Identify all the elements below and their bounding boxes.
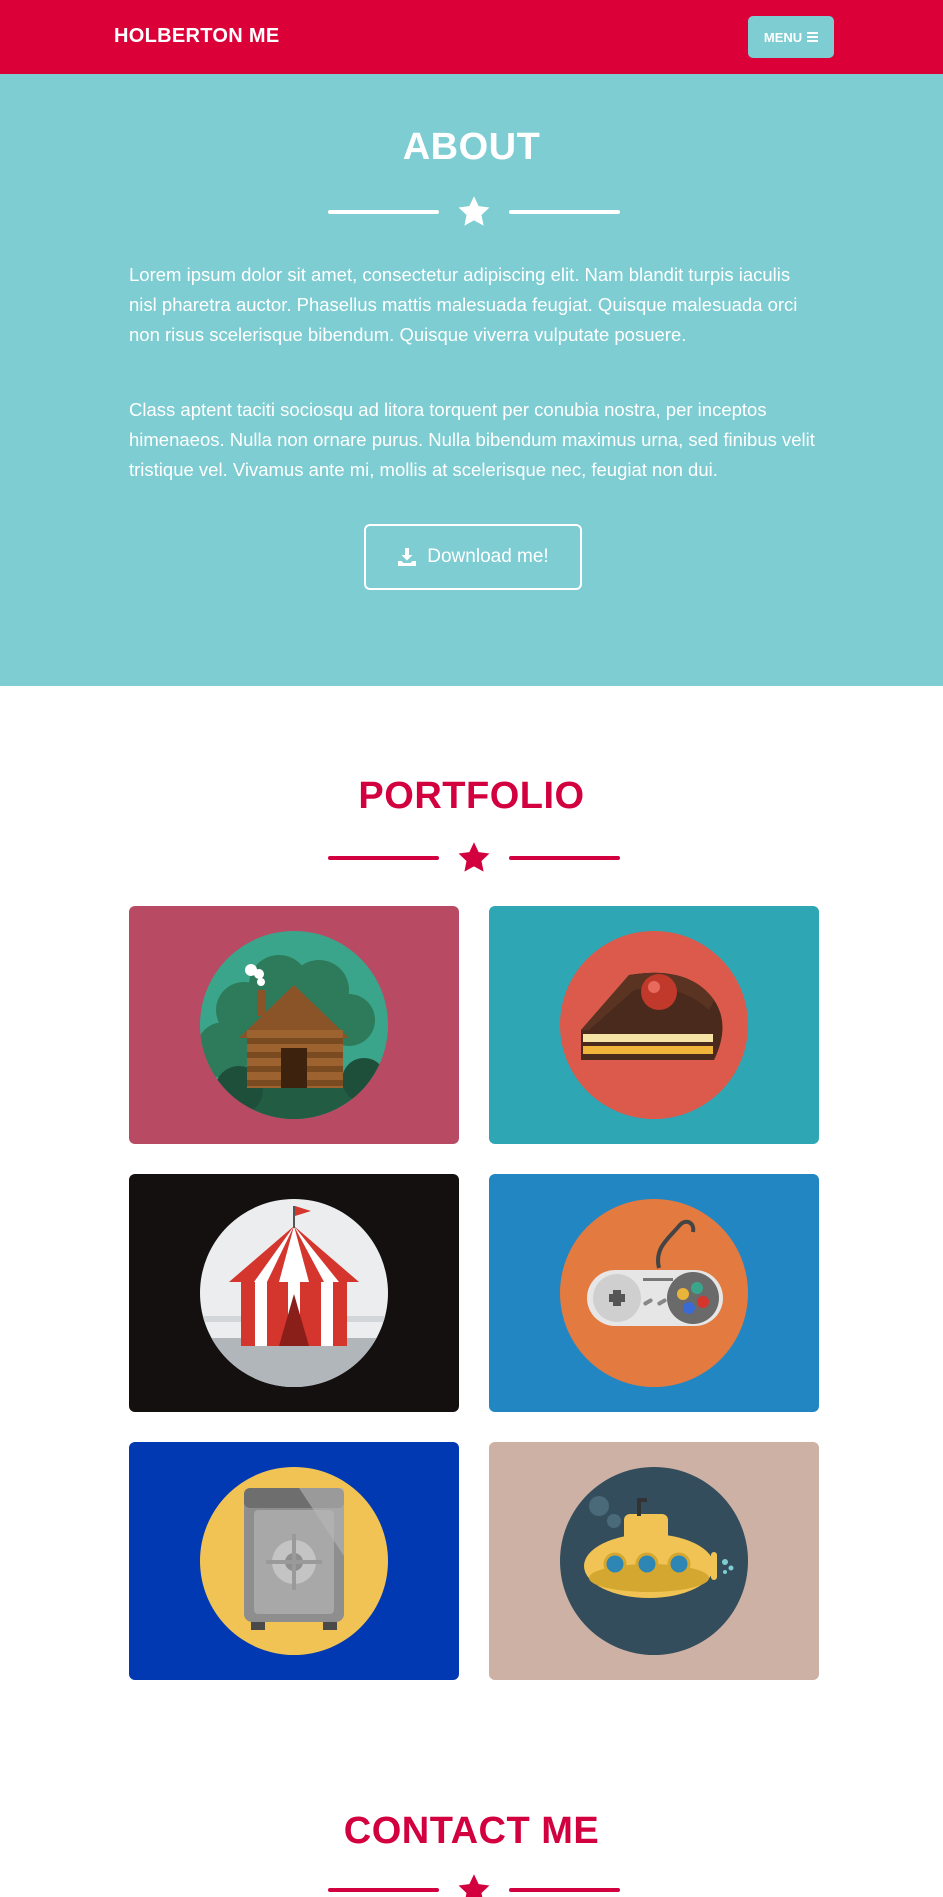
contact-divider xyxy=(328,1872,620,1897)
about-paragraph: Class aptent taciti sociosqu ad litora t… xyxy=(129,399,815,480)
portfolio-item-cabin[interactable] xyxy=(129,906,459,1144)
portfolio-item-cake[interactable] xyxy=(489,906,819,1144)
menu-button[interactable]: MENU xyxy=(748,16,834,58)
download-button[interactable]: Download me! xyxy=(364,524,582,590)
circus-tent-icon xyxy=(200,1199,388,1387)
cabin-icon xyxy=(200,931,388,1119)
portfolio-item-controller[interactable] xyxy=(489,1174,819,1412)
hamburger-icon xyxy=(807,32,819,42)
about-section: ABOUT Lorem ipsum dolor sit amet, consec… xyxy=(0,74,943,686)
navbar: HOLBERTON ME MENU xyxy=(0,0,943,74)
about-title: ABOUT xyxy=(402,126,541,168)
download-button-label: Download me! xyxy=(427,546,549,567)
portfolio-item-safe[interactable] xyxy=(129,1442,459,1680)
portfolio-divider xyxy=(328,840,620,876)
contact-title: CONTACT ME xyxy=(343,1810,600,1852)
portfolio-item-submarine[interactable] xyxy=(489,1442,819,1680)
brand-logo[interactable]: HOLBERTON ME xyxy=(114,25,279,48)
safe-icon xyxy=(200,1467,388,1655)
download-icon xyxy=(398,548,417,566)
portfolio-item-circus[interactable] xyxy=(129,1174,459,1412)
submarine-icon xyxy=(560,1467,748,1655)
star-icon xyxy=(458,196,490,226)
star-icon xyxy=(458,1874,490,1897)
game-controller-icon xyxy=(560,1199,748,1387)
portfolio-title: PORTFOLIO xyxy=(358,775,585,817)
about-divider xyxy=(328,194,620,230)
star-icon xyxy=(458,842,490,872)
cake-icon xyxy=(560,931,748,1119)
about-paragraph: Lorem ipsum dolor sit amet, consectetur … xyxy=(129,264,798,345)
menu-button-label: MENU xyxy=(763,29,803,45)
